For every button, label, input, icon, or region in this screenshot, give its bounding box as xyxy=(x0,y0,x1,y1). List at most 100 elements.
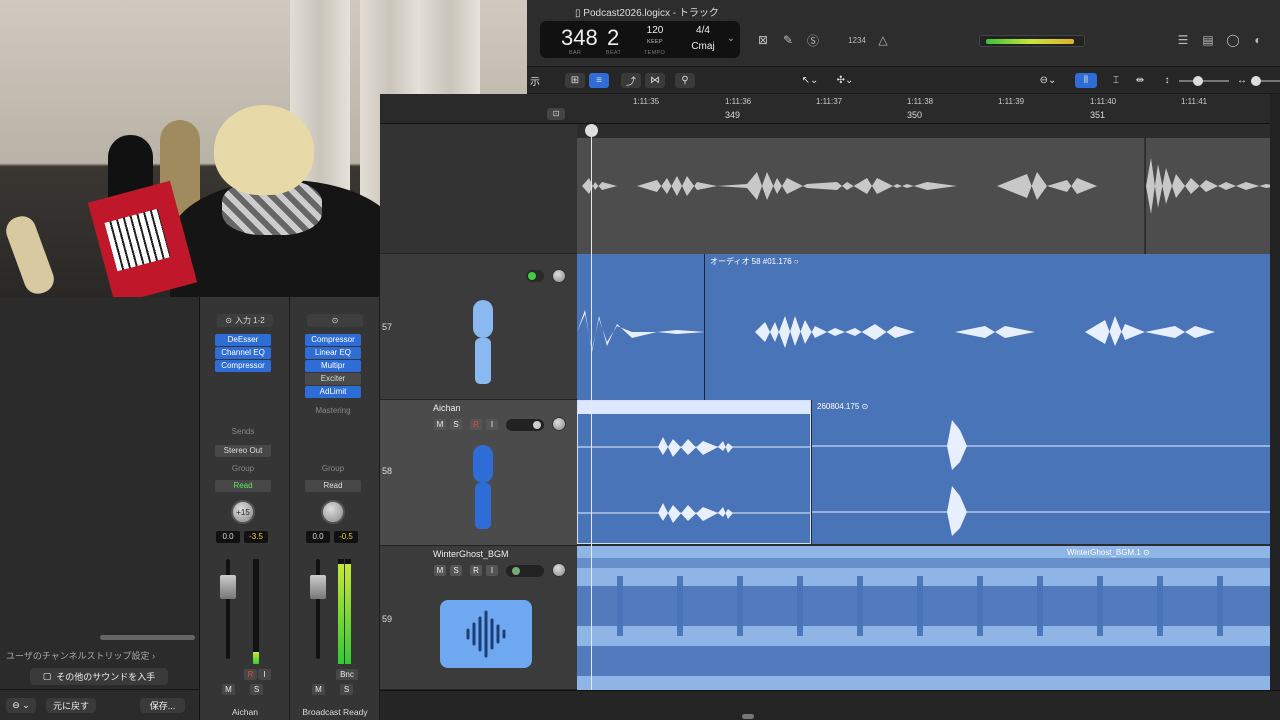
library-scrollbar[interactable] xyxy=(100,635,195,640)
group-slot[interactable]: Group xyxy=(215,464,271,473)
count-in-button[interactable]: 1234 xyxy=(845,32,869,48)
playhead-handle[interactable] xyxy=(585,124,598,137)
add-track-icon[interactable]: ⊡ xyxy=(547,108,565,120)
list-editors-icon[interactable]: ☰ xyxy=(1175,32,1191,48)
audio-region-58b[interactable]: 260804.175 ⊙ xyxy=(812,400,1280,544)
automation-icon[interactable]: ⤴ xyxy=(621,73,641,88)
strip-name[interactable]: Broadcast Ready xyxy=(290,707,380,717)
plugin-adlimit[interactable]: AdLimit xyxy=(305,386,361,398)
mute-button[interactable]: M xyxy=(222,684,235,695)
pan-slider[interactable] xyxy=(506,565,544,577)
horizontal-zoom-slider[interactable] xyxy=(1251,76,1280,86)
timeline-ruler[interactable]: 1:11:35 1:11:36 1:11:37 1:11:38 1:11:39 … xyxy=(577,94,1280,124)
plugin-deesser[interactable]: DeEsser xyxy=(215,334,271,346)
secondary-tool-icon[interactable]: ✣⌄ xyxy=(832,73,858,88)
audio-region-59[interactable]: WinterGhost_BGM.1 ⊙ xyxy=(577,546,1280,690)
solo-button[interactable]: S xyxy=(450,565,462,576)
score-icon[interactable]: Ⓢ xyxy=(805,32,821,48)
view-menu[interactable]: 示 xyxy=(527,73,543,88)
plugin-compressor[interactable]: Compressor xyxy=(305,334,361,346)
horizontal-scrollbar[interactable] xyxy=(380,690,1280,720)
horizontal-zoom-icon[interactable]: ↔ xyxy=(1235,73,1249,88)
solo-button[interactable]: S xyxy=(250,684,263,695)
solo-button[interactable]: S xyxy=(340,684,353,695)
record-button[interactable]: R xyxy=(470,565,482,576)
chevron-down-icon[interactable]: ⌄ xyxy=(725,33,737,44)
strip-name[interactable]: Aichan xyxy=(200,707,290,717)
automation-mode[interactable]: Read xyxy=(305,480,361,492)
options-menu[interactable]: ⊖ ⌄ xyxy=(6,698,36,713)
smart-tempo-icon[interactable]: ⊠ xyxy=(755,32,771,48)
pointer-tool-icon[interactable]: ↖⌄ xyxy=(797,73,823,88)
sends-label: Sends xyxy=(231,427,255,436)
input-monitor-button[interactable]: I xyxy=(486,565,498,576)
track-volume-knob[interactable] xyxy=(552,417,566,431)
more-sounds-button[interactable]: ▢ その他のサウンドを入手 xyxy=(30,668,168,685)
list-view-icon[interactable]: ≡ xyxy=(589,73,609,88)
group-slot[interactable]: Group xyxy=(305,464,361,473)
vertical-zoom-icon[interactable]: ↕ xyxy=(1159,73,1175,88)
waveform-zoom-icon[interactable]: ⫴ xyxy=(1075,73,1097,88)
pan-knob[interactable]: +15 xyxy=(231,500,255,524)
arrange-area[interactable]: オーディオ 58 #01.176 ○ 260804.175 ⊙ WinterGh… xyxy=(577,124,1280,690)
grid-view-icon[interactable]: ⊞ xyxy=(565,73,585,88)
audio-region-57b[interactable]: オーディオ 58 #01.176 ○ xyxy=(705,254,1280,400)
undo-button[interactable]: 元に戻す xyxy=(46,698,96,713)
volume-fader[interactable] xyxy=(220,575,236,599)
lcd-display[interactable]: 348 2 BAR BEAT 120 KEEP TEMPO 4/4 Cmaj ⌄ xyxy=(540,21,740,58)
channel-strip-settings[interactable]: ユーザのチャンネルストリップ設定 › xyxy=(6,649,155,662)
volume-fader[interactable] xyxy=(310,575,326,599)
fit-horizontal-icon[interactable]: ⇹ xyxy=(1131,73,1149,88)
track-on-toggle[interactable] xyxy=(526,270,544,282)
microphone-icon xyxy=(470,445,496,531)
automation-mode[interactable]: Read xyxy=(215,480,271,492)
audio-region-57a[interactable] xyxy=(577,254,705,400)
fit-vertical-icon[interactable]: ⌶ xyxy=(1107,73,1125,88)
record-button[interactable]: R xyxy=(470,419,482,430)
stereo-link-slot[interactable]: ⊙ xyxy=(307,314,363,327)
volume-value: 0.0 xyxy=(306,531,330,543)
track-header-59[interactable]: WinterGhost_BGM M S R I 59 xyxy=(380,546,577,690)
pan-knob[interactable] xyxy=(321,500,345,524)
track-header-58[interactable]: Aichan M S R I 58 xyxy=(380,400,577,546)
ruler-time: 1:11:40 xyxy=(1090,97,1117,106)
vertical-scrollbar[interactable] xyxy=(1270,94,1280,690)
output-slot[interactable]: Stereo Out xyxy=(215,445,271,457)
mute-button[interactable]: M xyxy=(312,684,325,695)
plugin-exciter[interactable]: Exciter xyxy=(305,373,361,385)
flex-icon[interactable]: ⋈ xyxy=(645,73,665,88)
mute-button[interactable]: M xyxy=(434,419,446,430)
track-header-57[interactable]: 57 xyxy=(380,254,577,400)
catch-icon[interactable]: ⚲ xyxy=(675,73,695,88)
notepad-icon[interactable]: ▤ xyxy=(1200,32,1216,48)
track-volume-knob[interactable] xyxy=(552,563,566,577)
master-level-meter xyxy=(979,35,1085,47)
pan-slider[interactable] xyxy=(506,419,544,431)
input-slot[interactable]: ⊙ 入力 1-2 xyxy=(217,314,273,327)
track-number: 57 xyxy=(382,322,393,332)
plugin-compressor[interactable]: Compressor xyxy=(215,360,271,372)
save-button[interactable]: 保存... xyxy=(140,698,185,713)
solo-button[interactable]: S xyxy=(450,419,462,430)
tuner-icon[interactable]: ✎ xyxy=(780,32,796,48)
mute-button[interactable]: M xyxy=(434,565,446,576)
metronome-icon[interactable]: △ xyxy=(875,32,891,48)
search-icon[interactable]: ◯ xyxy=(1225,32,1241,48)
browser-icon[interactable]: ◐ xyxy=(1250,32,1266,48)
audio-region-56a[interactable] xyxy=(577,138,1145,254)
track-name: Aichan xyxy=(433,403,461,413)
plugin-channel-eq[interactable]: Channel EQ xyxy=(215,347,271,359)
record-enable-button[interactable]: R xyxy=(244,669,257,680)
plugin-linear-eq[interactable]: Linear EQ xyxy=(305,347,361,359)
input-monitor-button[interactable]: I xyxy=(486,419,498,430)
snap-menu-icon[interactable]: ⊖⌄ xyxy=(1035,73,1061,88)
audio-region-56b[interactable] xyxy=(1146,138,1280,254)
track-volume-knob[interactable] xyxy=(552,269,566,283)
playhead[interactable] xyxy=(591,124,592,690)
input-monitor-button[interactable]: I xyxy=(258,669,271,680)
bounce-button[interactable]: Bnc xyxy=(336,669,358,680)
vertical-zoom-slider[interactable] xyxy=(1179,76,1229,86)
track-header-56[interactable] xyxy=(380,124,577,254)
audio-region-58a-selected[interactable] xyxy=(577,400,811,544)
plugin-multipressor[interactable]: Multipr xyxy=(305,360,361,372)
